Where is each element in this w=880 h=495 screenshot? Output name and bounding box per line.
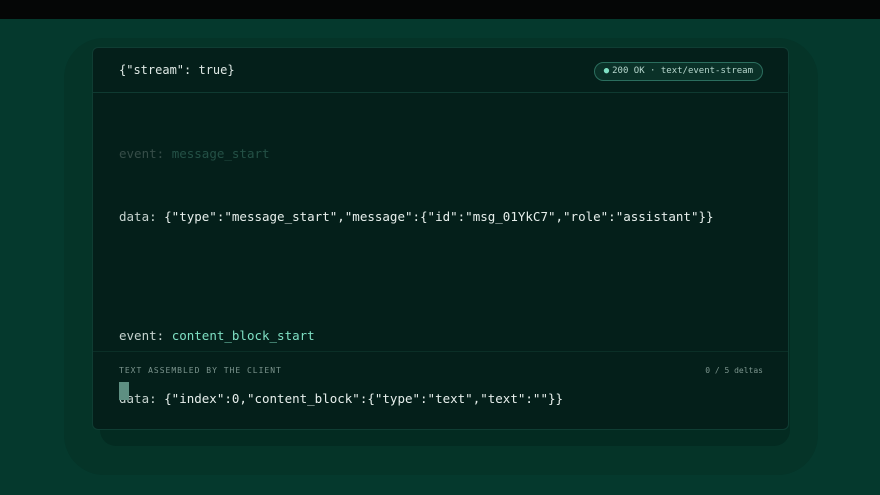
- status-dot-icon: ●: [603, 66, 610, 76]
- client-output-panel: TEXT ASSEMBLED BY THE CLIENT 0 / 5 delta…: [93, 351, 788, 429]
- stream-panel: {"stream": true} ● 200 OK · text/event-st…: [92, 47, 789, 430]
- top-bar: [0, 0, 880, 19]
- data-value: {"type":"message_start","message":{"id":…: [164, 209, 714, 224]
- request-body: {"stream": true}: [119, 63, 235, 77]
- event-line: event: content_block_start: [119, 325, 769, 346]
- panel-header: {"stream": true} ● 200 OK · text/event-st…: [93, 48, 788, 93]
- event-name: content_block_start: [171, 328, 315, 343]
- event-key: event:: [119, 146, 172, 161]
- client-output-label: TEXT ASSEMBLED BY THE CLIENT: [119, 366, 282, 375]
- status-badge: ● 200 OK · text/event-stream: [593, 62, 763, 81]
- event-key: event:: [119, 328, 172, 343]
- text-cursor-icon: [119, 382, 129, 400]
- event-line: event: message_start: [119, 143, 769, 164]
- data-line: data: {"type":"message_start","message":…: [119, 206, 769, 227]
- delta-counter: 0 / 5 deltas: [705, 366, 763, 375]
- event-name: message_start: [171, 146, 270, 161]
- status-text: 200 OK · text/event-stream: [612, 66, 753, 76]
- event-gap: [119, 269, 769, 283]
- data-key: data:: [119, 209, 165, 224]
